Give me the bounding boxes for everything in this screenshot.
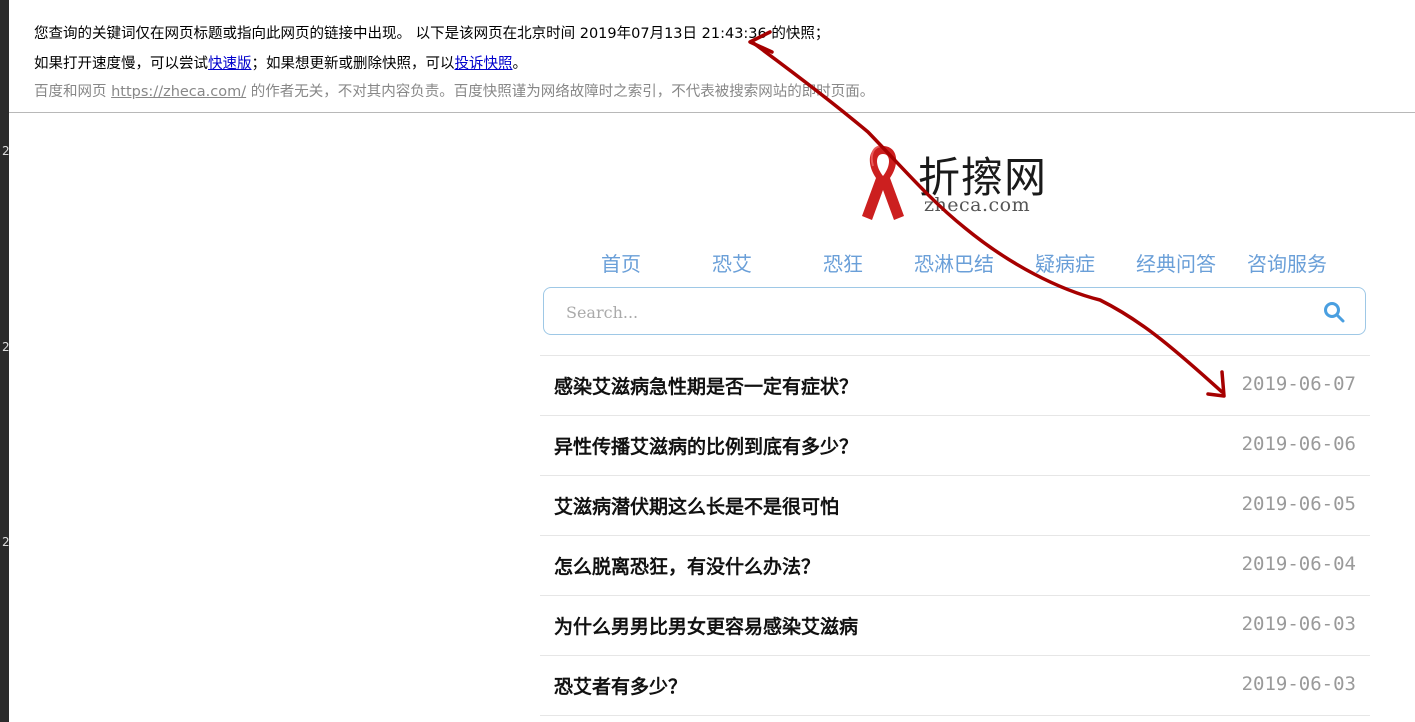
site-logo[interactable]: 折擦网 zheca.com (858, 140, 1058, 225)
post-date: 2019-06-05 (1241, 493, 1356, 515)
snapshot-notice-text: 您查询的关键词仅在网页标题或指向此网页的链接中出现。 以下是该网页在北京时间 2… (34, 26, 830, 42)
nav-item-home[interactable]: 首页 (566, 248, 676, 277)
options-middle: ；如果想更新或删除快照，可以 (251, 56, 455, 72)
main-nav: 首页 恐艾 恐狂 恐淋巴结 疑病症 经典问答 咨询服务 (566, 248, 1366, 278)
post-title[interactable]: 为什么男男比男女更容易感染艾滋病 (554, 612, 858, 639)
nav-item-lymph-fear[interactable]: 恐淋巴结 (899, 248, 1009, 277)
disclaimer-prefix: 百度和网页 (34, 84, 112, 100)
disclaimer-suffix: 的作者无关，不对其内容负责。百度快照谨为网络故障时之索引，不代表被搜索网站的即时… (246, 84, 875, 100)
post-row[interactable]: 怎么脱离恐狂，有没什么办法？ 2019-06-04 (540, 535, 1370, 595)
strip-mark: 2 (2, 340, 10, 354)
snapshot-disclaimer: 百度和网页 https://zheca.com/ 的作者无关，不对其内容负责。百… (34, 80, 874, 101)
post-row[interactable]: 恐艾者有多少？ 2019-06-03 (540, 655, 1370, 716)
post-date: 2019-06-04 (1241, 553, 1356, 575)
nav-item-hypochondria[interactable]: 疑病症 (1010, 248, 1120, 277)
fast-version-link[interactable]: 快速版 (208, 56, 252, 72)
strip-mark: 2 (2, 144, 10, 158)
post-title[interactable]: 恐艾者有多少？ (554, 672, 687, 699)
post-title[interactable]: 怎么脱离恐狂，有没什么办法？ (554, 552, 820, 579)
nav-item-classic-qa[interactable]: 经典问答 (1121, 248, 1231, 277)
post-row[interactable]: 感染艾滋病急性期是否一定有症状？ 2019-06-07 (540, 355, 1370, 415)
post-title[interactable]: 艾滋病潜伏期这么长是不是很可怕 (554, 492, 839, 519)
logo-domain: zheca.com (924, 194, 1031, 216)
search-input[interactable] (564, 297, 1288, 327)
snapshot-notice: 您查询的关键词仅在网页标题或指向此网页的链接中出现。 以下是该网页在北京时间 2… (34, 22, 829, 43)
post-date: 2019-06-07 (1241, 373, 1356, 395)
strip-mark: 2 (2, 535, 10, 549)
post-list: 感染艾滋病急性期是否一定有症状？ 2019-06-07 异性传播艾滋病的比例到底… (540, 355, 1370, 716)
red-ribbon-icon (862, 145, 904, 220)
post-row[interactable]: 异性传播艾滋病的比例到底有多少？ 2019-06-06 (540, 415, 1370, 475)
post-row[interactable]: 为什么男男比男女更容易感染艾滋病 2019-06-03 (540, 595, 1370, 655)
search-box (543, 287, 1366, 335)
search-icon[interactable] (1323, 301, 1345, 323)
left-window-strip: 2 2 2 (0, 0, 10, 722)
nav-item-aids-fear[interactable]: 恐艾 (677, 248, 787, 277)
options-prefix: 如果打开速度慢，可以尝试 (34, 56, 208, 72)
post-row[interactable]: 艾滋病潜伏期这么长是不是很可怕 2019-06-05 (540, 475, 1370, 535)
site-url-link[interactable]: https://zheca.com/ (111, 84, 246, 100)
options-suffix: 。 (512, 56, 528, 72)
post-date: 2019-06-03 (1241, 673, 1356, 695)
nav-item-consulting[interactable]: 咨询服务 (1232, 248, 1342, 277)
post-title[interactable]: 异性传播艾滋病的比例到底有多少？ (554, 432, 858, 459)
post-date: 2019-06-06 (1241, 433, 1356, 455)
snapshot-options: 如果打开速度慢，可以尝试快速版；如果想更新或删除快照，可以投诉快照。 (34, 52, 527, 73)
snapshot-banner: 您查询的关键词仅在网页标题或指向此网页的链接中出现。 以下是该网页在北京时间 2… (9, 0, 1415, 113)
complaint-snapshot-link[interactable]: 投诉快照 (455, 56, 513, 72)
post-date: 2019-06-03 (1241, 613, 1356, 635)
nav-item-rabies-fear[interactable]: 恐狂 (788, 248, 898, 277)
post-title[interactable]: 感染艾滋病急性期是否一定有症状？ (554, 372, 858, 399)
